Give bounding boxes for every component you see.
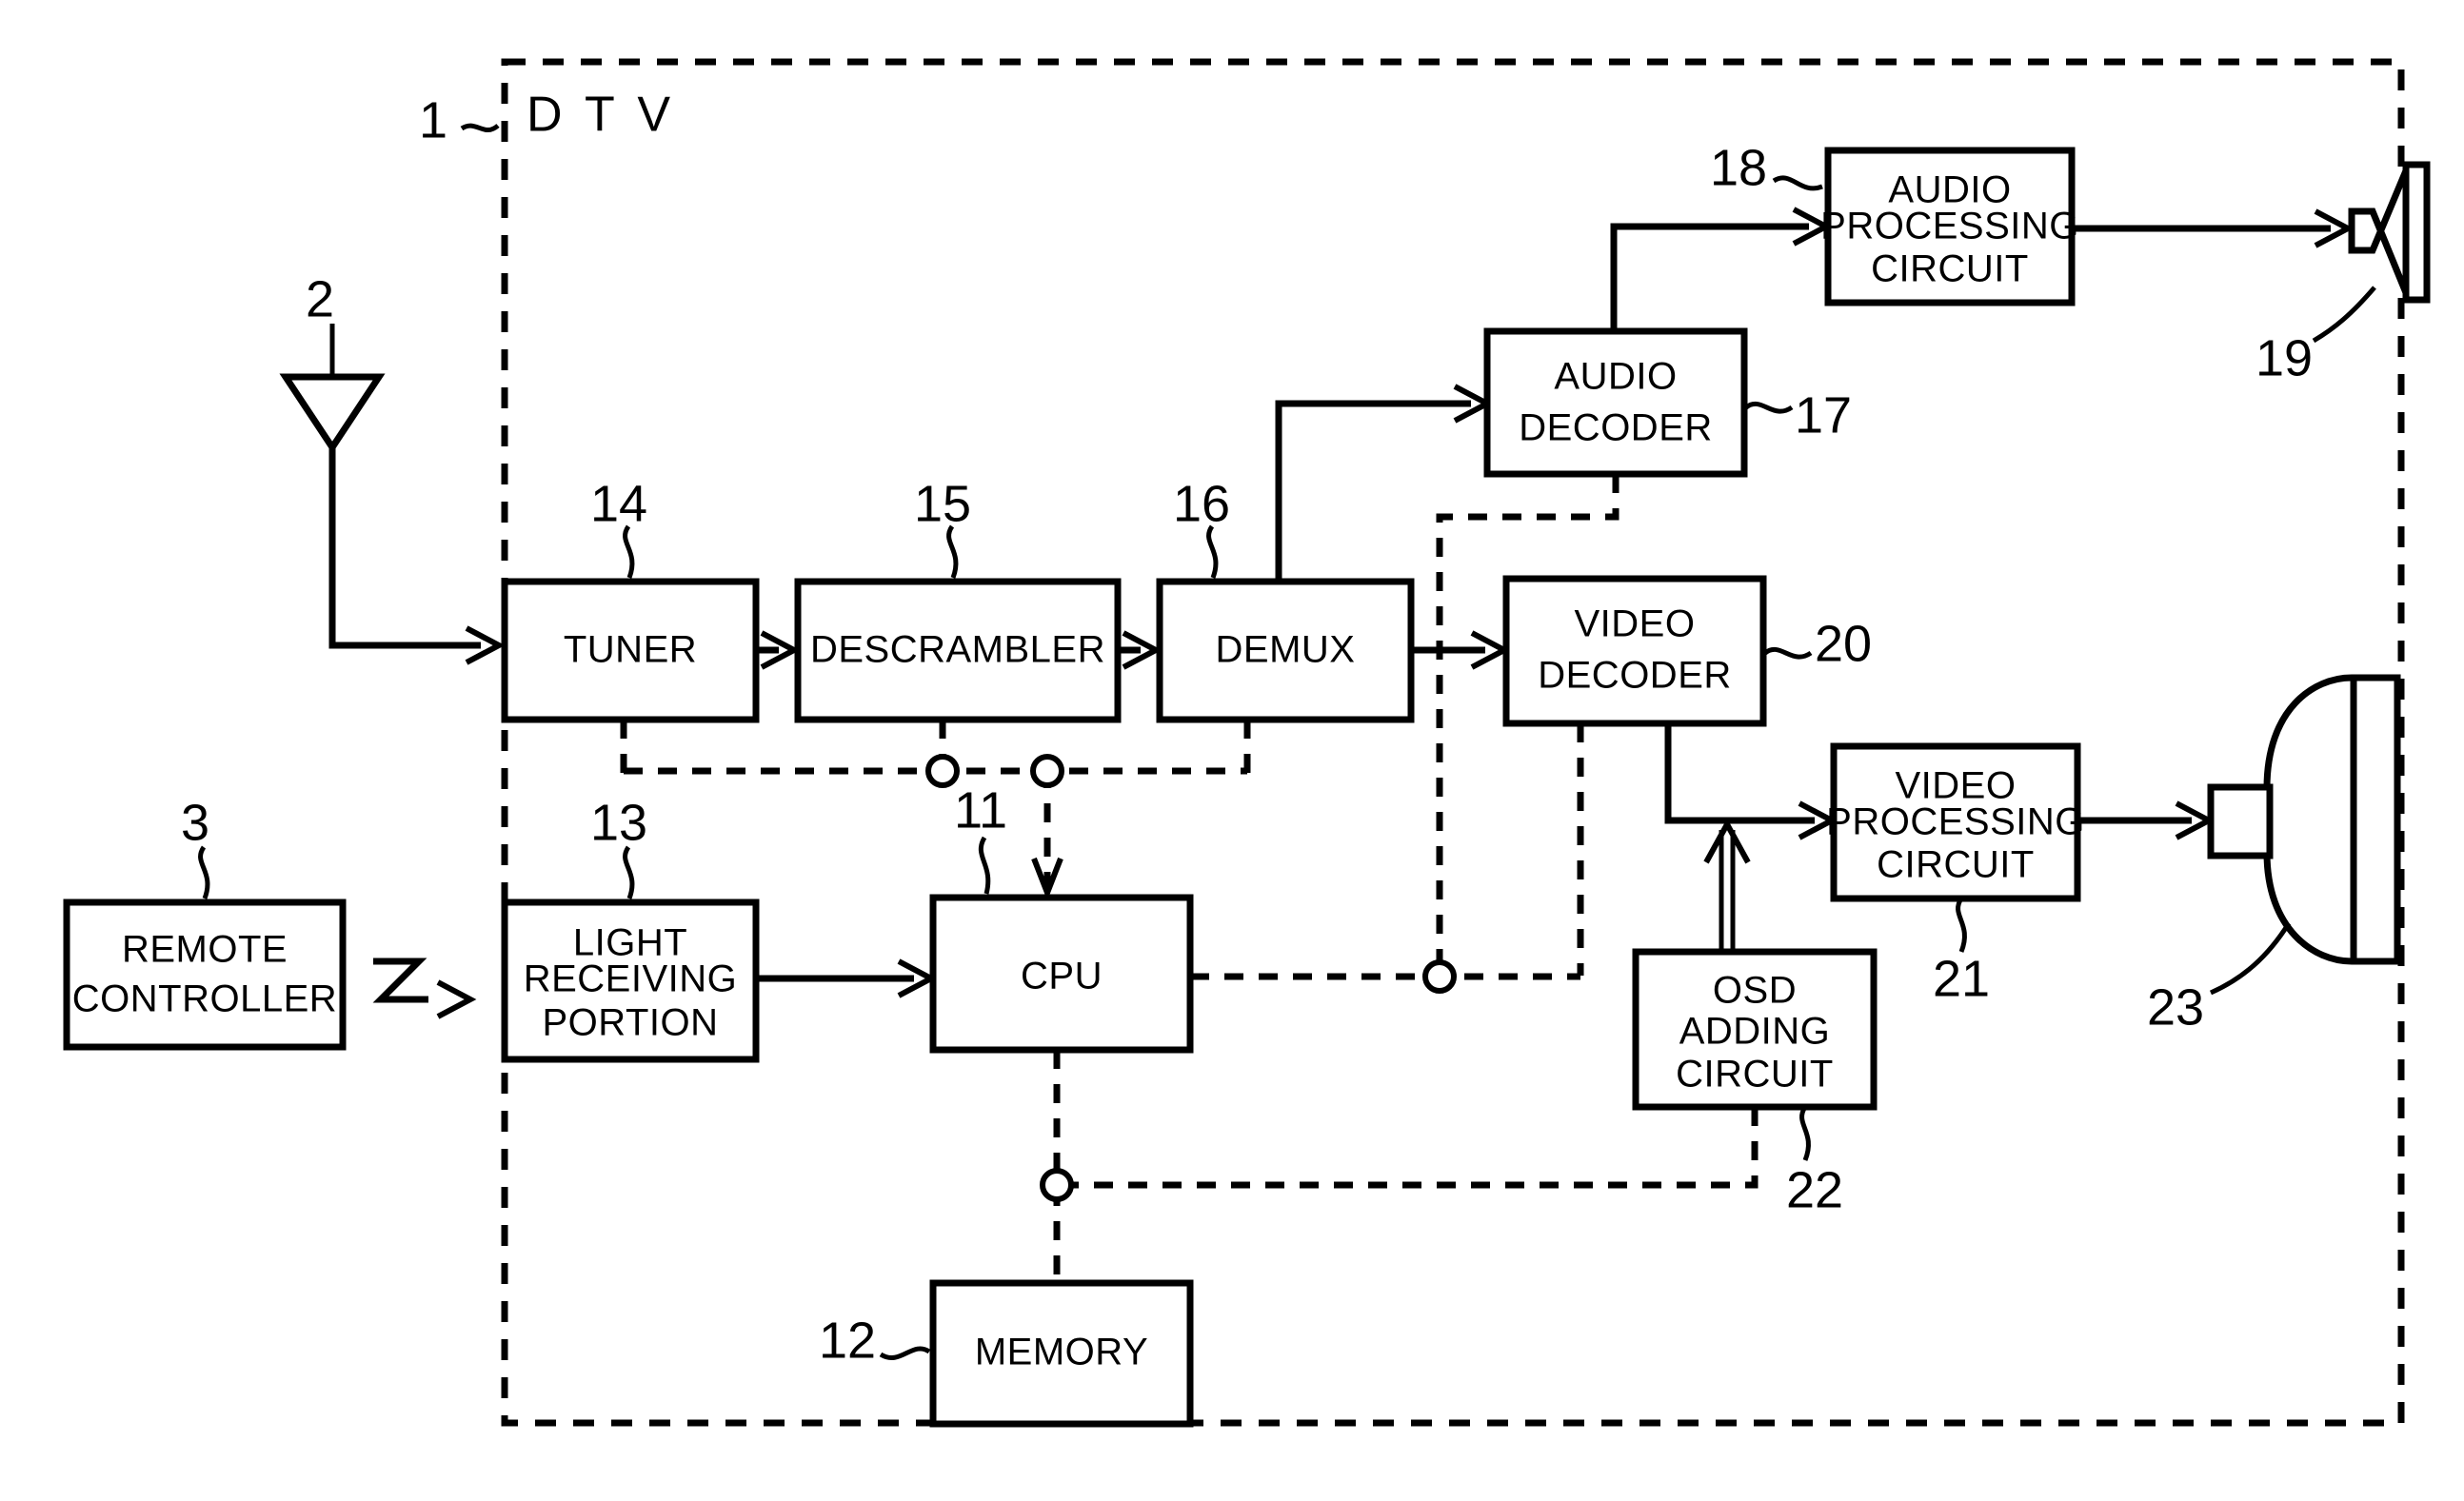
block-osd-label-1: OSD (1713, 970, 1797, 1012)
ref-19-leader (2312, 286, 2376, 344)
block-video-decoder-label-2: DECODER (1538, 655, 1732, 697)
ref-11-label: 11 (954, 781, 1007, 839)
ref-20-label: 20 (1815, 615, 1872, 672)
ref-11-leader (978, 836, 991, 895)
junction-audio-control (1422, 959, 1457, 994)
ref-2-label: 2 (306, 270, 334, 327)
ref-3-label: 3 (181, 794, 209, 851)
block-light-label-3: PORTION (542, 1002, 718, 1044)
ref-16-label: 16 (1173, 475, 1230, 532)
block-audio-decoder[interactable] (1483, 327, 1748, 478)
dtv-title: D T V (527, 88, 675, 143)
ref-14-label: 14 (590, 475, 647, 532)
ref-19-label: 19 (2255, 329, 2313, 386)
junction-descrambler-control (925, 754, 960, 788)
ref-20-leader (1763, 646, 1813, 660)
antenna-feed-line (328, 447, 481, 649)
block-memory-label: MEMORY (975, 1332, 1148, 1373)
ref-12-label: 12 (819, 1312, 876, 1369)
ref-17-label: 17 (1795, 386, 1852, 444)
crt-neck-icon (2207, 783, 2274, 859)
ref-16-leader (1206, 524, 1219, 579)
block-demux-label: DEMUX (1216, 629, 1356, 671)
ref-1-leader (460, 123, 500, 133)
speaker-icon (2348, 167, 2411, 297)
block-osd-label-2: ADDING (1679, 1011, 1831, 1053)
osd-to-video-arrow-icon (1703, 818, 1751, 864)
ref-14-leader (623, 524, 635, 579)
block-remote-controller[interactable] (63, 899, 347, 1051)
ref-21-label: 21 (1933, 950, 1990, 1007)
ref-3-leader (198, 845, 210, 899)
ref-18-label: 18 (1710, 139, 1767, 196)
block-remote-label-2: CONTROLLER (72, 978, 337, 1020)
block-light-label-2: RECEIVING (524, 958, 738, 1000)
figure-canvas: D T V 1 2 TUNER 14 DESCRAMBLER 15 DEMUX … (0, 0, 2464, 1501)
ir-signal-zigzag-icon (372, 958, 428, 1003)
block-audio-processing-label-2: PROCESSING (1820, 206, 2079, 247)
junction-cpu-control (1030, 754, 1064, 788)
block-audio-decoder-label-2: DECODER (1519, 407, 1713, 449)
block-video-decoder-label-1: VIDEO (1575, 603, 1696, 645)
ref-23-leader (2209, 921, 2292, 996)
junction-osd-control (1040, 1168, 1074, 1202)
ref-13-leader (623, 845, 635, 899)
block-audio-processing-label-3: CIRCUIT (1871, 248, 2029, 290)
ref-15-leader (946, 524, 959, 579)
ref-18-leader (1772, 175, 1823, 191)
antenna-icon (279, 373, 386, 454)
dtv-block-diagram: D T V 1 2 TUNER 14 DESCRAMBLER 15 DEMUX … (63, 58, 2431, 1428)
block-video-processing-label-3: CIRCUIT (1877, 844, 2035, 886)
block-descrambler-label: DESCRAMBLER (810, 629, 1105, 671)
block-audio-decoder-label-1: AUDIO (1554, 356, 1677, 398)
ref-23-label: 23 (2147, 978, 2204, 1036)
speaker-baffle-icon (2402, 161, 2431, 304)
block-remote-label-1: REMOTE (122, 929, 288, 971)
ref-21-leader (1956, 897, 1967, 953)
block-osd-label-3: CIRCUIT (1676, 1054, 1834, 1096)
audio-decoder-to-processing-line (1610, 223, 1809, 331)
ref-22-label: 22 (1786, 1161, 1843, 1218)
block-video-decoder[interactable] (1502, 575, 1767, 727)
block-video-processing-label-2: PROCESSING (1826, 801, 2085, 843)
block-cpu-label: CPU (1021, 956, 1103, 997)
ref-13-label: 13 (590, 794, 647, 851)
crt-display-icon (2263, 674, 2401, 965)
ref-12-leader (879, 1346, 931, 1360)
osd-control-dash (1057, 1107, 1759, 1189)
ref-1-label: 1 (419, 91, 447, 148)
dtv-enclosure-border (501, 58, 2405, 1427)
ref-22-leader (1799, 1105, 1811, 1161)
block-tuner-label: TUNER (564, 629, 697, 671)
ref-17-leader (1744, 401, 1794, 414)
ir-signal-arrow-icon (436, 979, 477, 1019)
video-decoder-to-processing-line (1664, 723, 1815, 824)
ref-15-label: 15 (914, 475, 971, 532)
